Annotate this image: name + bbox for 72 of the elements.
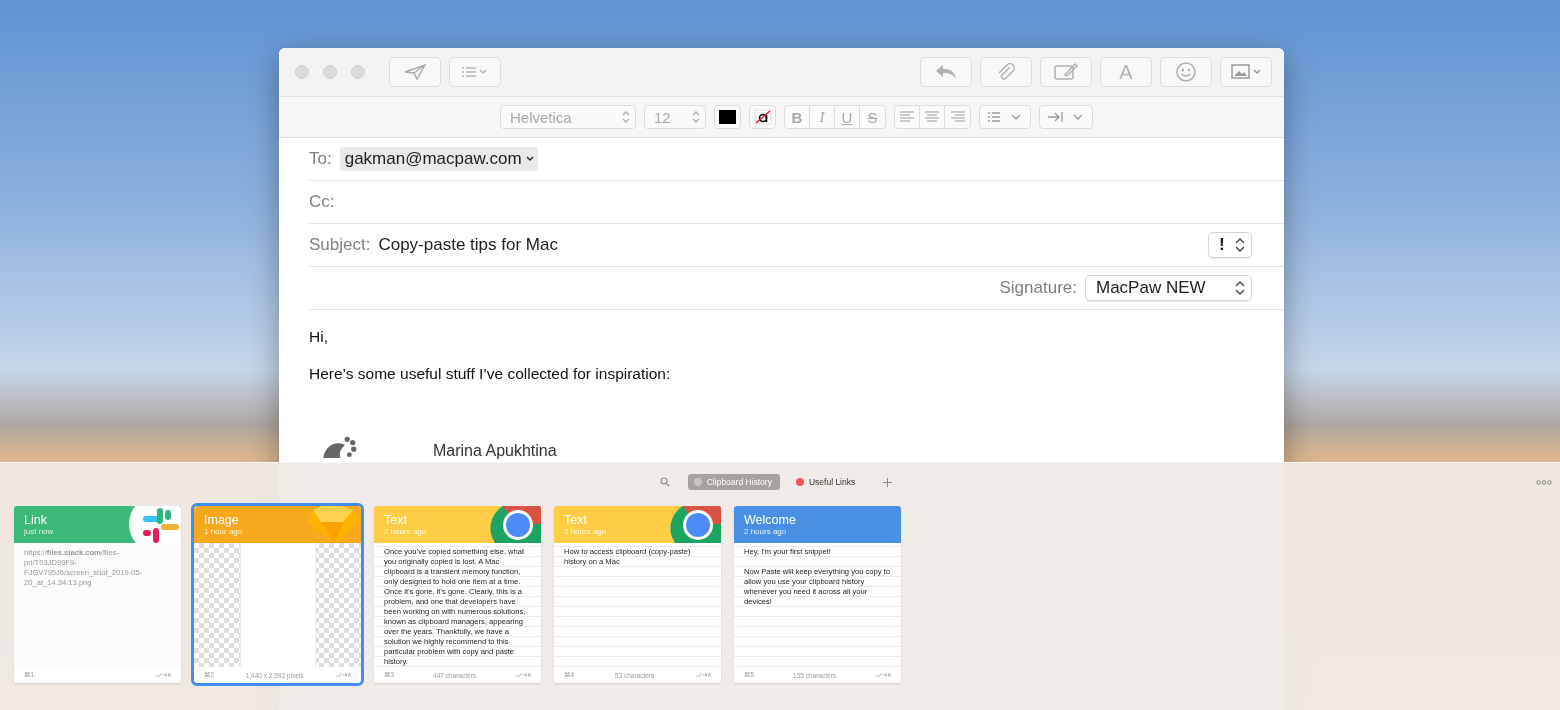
message-paragraph: Here’s some useful stuff I’ve collected for inspiration: — [309, 365, 672, 383]
paper-plane-icon — [403, 63, 427, 81]
up-down-arrows-icon — [1235, 280, 1245, 296]
smiley-icon — [1175, 61, 1197, 83]
card-time: 1 hour ago — [204, 527, 243, 537]
up-down-arrows-icon — [622, 110, 630, 124]
card-title: Text — [384, 513, 408, 527]
font-family-select[interactable]: Helvetica — [500, 105, 636, 129]
signature-label: Signature: — [999, 278, 1077, 298]
zoom-button[interactable] — [351, 65, 365, 79]
paste-plain-icon — [515, 672, 531, 678]
recipient-token[interactable]: gakman@macpaw.com — [339, 147, 538, 171]
photo-chevron-icon — [1229, 63, 1263, 81]
chevron-icon — [525, 156, 534, 162]
text-style-button[interactable]: U — [835, 106, 860, 128]
signature-select[interactable]: MacPaw NEW — [1085, 275, 1252, 301]
paste-plain-icon — [695, 672, 711, 678]
card-title: Link — [24, 513, 48, 527]
pinboard-label: Clipboard History — [706, 477, 772, 487]
card-title: Text — [564, 513, 588, 527]
card-title: Welcome — [744, 513, 796, 527]
search-icon[interactable] — [659, 477, 670, 487]
attach-button[interactable] — [980, 57, 1032, 87]
background-color-button[interactable] — [749, 105, 776, 129]
paw-logo-icon — [321, 435, 357, 459]
pinboard-tab[interactable]: Clipboard History — [687, 474, 780, 490]
signature-name: Marina Apukhtina — [433, 442, 557, 460]
four-color-logo-icon — [127, 506, 181, 543]
message-paragraph: Hi, — [309, 328, 329, 346]
paste-plain-icon — [875, 672, 891, 678]
text-style-button[interactable]: I — [810, 106, 835, 128]
card-time: 2 hours ago — [744, 527, 788, 537]
more-icon[interactable] — [1536, 479, 1552, 485]
card-time: just now — [24, 527, 54, 537]
pinboard-label: Useful Links — [808, 477, 856, 487]
subject-label: Subject: — [309, 235, 371, 255]
align-lines-icon — [924, 111, 940, 123]
priority-select[interactable]: ! — [1208, 232, 1252, 258]
paste-plain-icon — [335, 672, 351, 678]
photo-browser-button[interactable] — [1220, 57, 1272, 87]
reply-arrow-icon — [934, 63, 958, 81]
pinboard-tab[interactable]: Useful Links — [789, 474, 864, 490]
send-button[interactable] — [389, 57, 441, 87]
close-button[interactable] — [295, 65, 309, 79]
card-time: 2 hours ago — [564, 527, 607, 537]
card-title: Image — [204, 513, 240, 527]
up-down-arrows-icon — [1235, 237, 1245, 253]
align-lines-icon — [949, 111, 966, 123]
list-chevron-icon — [460, 65, 490, 79]
up-down-arrows-icon — [692, 110, 700, 124]
text-style-button[interactable]: S — [860, 106, 885, 128]
minimize-button[interactable] — [323, 65, 337, 79]
cc-label: Cc: — [309, 192, 335, 212]
markup-button[interactable] — [1040, 57, 1092, 87]
card-time: 2 hours ago — [384, 527, 427, 537]
align-lines-icon — [899, 111, 915, 123]
indent-button[interactable] — [1039, 105, 1093, 129]
plus-icon[interactable] — [883, 477, 893, 487]
text-style-button[interactable]: B — [785, 106, 810, 128]
list-style-button[interactable] — [979, 105, 1031, 129]
to-label: To: — [309, 149, 332, 169]
no-color-icon — [753, 109, 772, 125]
pencil-frame-icon — [1053, 62, 1079, 82]
subject-field[interactable]: Copy-paste tips for Mac — [378, 235, 558, 255]
clip-card[interactable] — [374, 506, 541, 683]
reply-button[interactable] — [920, 57, 972, 87]
header-fields-button[interactable] — [449, 57, 501, 87]
emoji-button[interactable] — [1160, 57, 1212, 87]
font-size-select[interactable]: 12 — [644, 105, 706, 129]
text-color-button[interactable] — [714, 105, 741, 129]
paste-plain-icon — [155, 672, 171, 678]
fonts-button[interactable]: A — [1100, 57, 1152, 87]
